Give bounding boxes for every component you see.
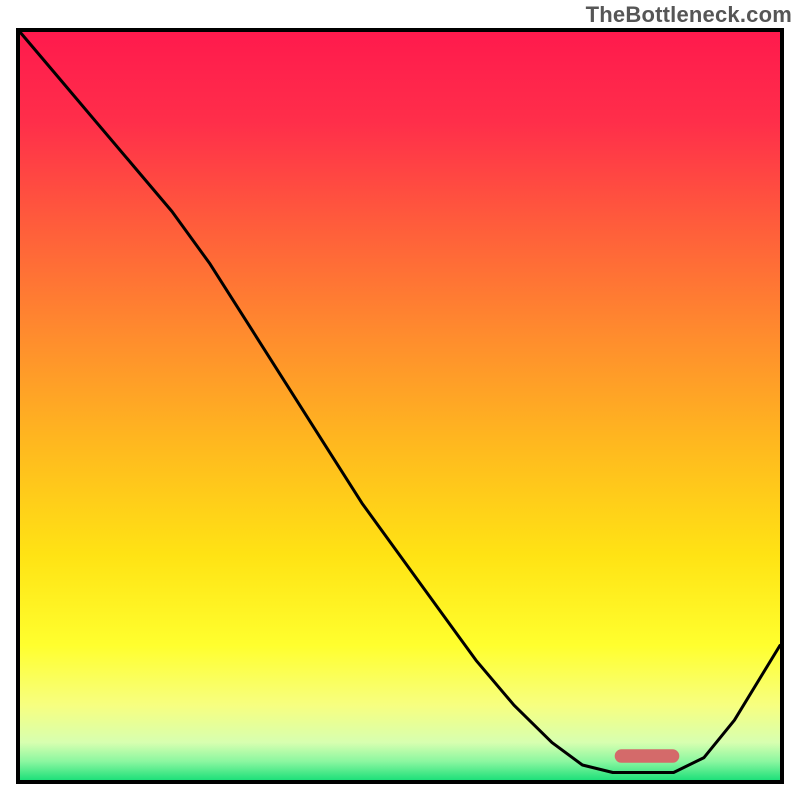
chart-container: TheBottleneck.com [0, 0, 800, 800]
heatmap-background [20, 32, 780, 780]
plot-area [20, 32, 780, 780]
chart-svg [20, 32, 780, 780]
optimal-zone-marker [615, 749, 680, 763]
plot-frame [16, 28, 784, 784]
attribution-text: TheBottleneck.com [586, 2, 792, 28]
